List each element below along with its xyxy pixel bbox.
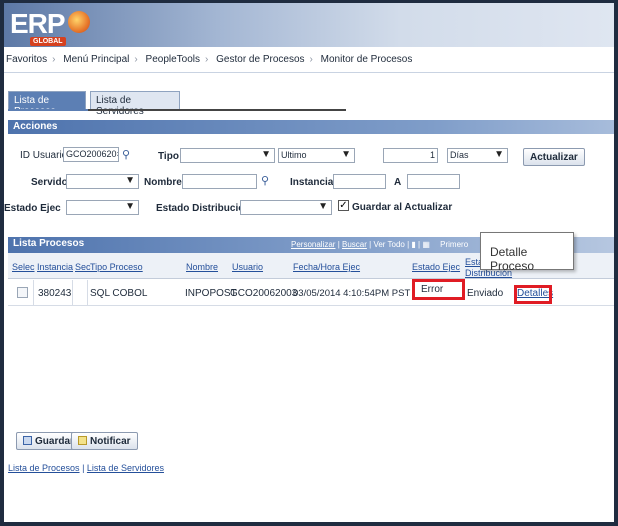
chevron-down-icon: ▼ xyxy=(494,149,504,160)
cell-usuario: GCO20062003 xyxy=(230,288,298,299)
lookup-icon[interactable]: ⚲ xyxy=(261,174,269,187)
cell-nombre: INPOPOST xyxy=(185,288,237,299)
notificar-label: Notificar xyxy=(90,436,131,447)
detalles-highlight-box xyxy=(514,285,552,304)
dias-select[interactable]: Días ▼ xyxy=(447,148,508,163)
cantidad-input[interactable]: 1 xyxy=(383,148,438,163)
footer-separator: | xyxy=(82,463,85,473)
col-instancia[interactable]: Instancia xyxy=(37,262,73,272)
col-estado-ejec[interactable]: Estado Ejec xyxy=(412,262,460,272)
tab-lista-procesos[interactable]: Lista de Procesos xyxy=(8,91,86,117)
chevron-right-icon: › xyxy=(309,54,313,65)
instancia-label: Instancia xyxy=(290,177,334,188)
nav-monitor-procesos[interactable]: Monitor de Procesos xyxy=(321,54,413,65)
cell-tipo: SQL COBOL xyxy=(90,288,148,299)
grid-divider xyxy=(72,280,73,306)
buscar-link[interactable]: Buscar xyxy=(342,240,367,249)
cell-distribucion: Enviado xyxy=(467,288,504,299)
notificar-button[interactable]: Notificar xyxy=(71,432,138,450)
estado-distribucion-label: Estado Distribución xyxy=(156,203,251,214)
grid-toolbar: Personalizar | Buscar | Ver Todo | ▮ | ▦… xyxy=(291,240,469,249)
detalle-proceso-tooltip: Detalle Proceso xyxy=(480,232,574,273)
chevron-down-icon: ▼ xyxy=(261,149,271,160)
primero-link[interactable]: Primero xyxy=(440,240,468,249)
instancia-desde-input[interactable] xyxy=(333,174,386,189)
grid-divider xyxy=(87,280,88,306)
chevron-right-icon: › xyxy=(205,54,209,65)
guardar-actualizar-label: Guardar al Actualizar xyxy=(352,202,453,213)
instancia-hasta-input[interactable] xyxy=(407,174,460,189)
cell-fecha: 03/05/2014 4:10:54PM PST xyxy=(293,288,411,299)
footer-lista-procesos-link[interactable]: Lista de Procesos xyxy=(8,463,80,473)
id-usuario-input[interactable]: GCO200620× xyxy=(63,147,119,162)
id-usuario-value: GCO200620 xyxy=(66,149,117,159)
estado-ejec-label: Estado Ejec xyxy=(4,203,61,214)
footer-links: Lista de Procesos | Lista de Servidores xyxy=(8,463,164,473)
nombre-input[interactable] xyxy=(182,174,257,189)
logo-main: ERP xyxy=(10,8,66,39)
ver-todo-link[interactable]: Ver Todo xyxy=(373,240,404,249)
guardar-label: Guardar xyxy=(35,436,74,447)
nav-menu-principal[interactable]: Menú Principal xyxy=(63,54,129,65)
col-sec[interactable]: Sec xyxy=(75,262,91,272)
grid-icon[interactable]: ▦ xyxy=(422,240,430,249)
nav-peopletools[interactable]: PeopleTools xyxy=(146,54,200,65)
logo-sub: GLOBAL xyxy=(30,37,66,46)
tipo-label: Tipo xyxy=(158,151,179,162)
chevron-down-icon: ▼ xyxy=(341,149,351,160)
chevron-down-icon: ▼ xyxy=(318,201,328,212)
col-fecha-hora[interactable]: Fecha/Hora Ejec xyxy=(293,262,360,272)
download-icon[interactable]: ▮ xyxy=(411,240,415,249)
col-usuario[interactable]: Usuario xyxy=(232,262,263,272)
tab-active-underline xyxy=(8,109,88,111)
estado-distribucion-select[interactable]: ▼ xyxy=(240,200,332,215)
id-usuario-label: ID Usuario xyxy=(20,150,68,161)
app-window: ERP GLOBAL Favoritos › Menú Principal › Pe… xyxy=(4,3,614,522)
footer-lista-servidores-link[interactable]: Lista de Servidores xyxy=(87,463,164,473)
chevron-right-icon: › xyxy=(134,54,138,65)
selec-checkbox[interactable] xyxy=(17,287,28,298)
logo-swirl-icon xyxy=(68,11,90,33)
lookup-icon[interactable]: ⚲ xyxy=(122,148,130,161)
dias-value: Días xyxy=(450,150,469,160)
personalizar-link[interactable]: Personalizar xyxy=(291,240,335,249)
nav-favoritos[interactable]: Favoritos xyxy=(6,54,47,65)
chevron-right-icon: › xyxy=(52,54,56,65)
notify-icon xyxy=(78,436,87,445)
guardar-actualizar-checkbox[interactable]: ✓ xyxy=(338,200,349,211)
grid-divider xyxy=(33,280,34,306)
col-tipo-proceso[interactable]: Tipo Proceso xyxy=(90,262,143,272)
ultimo-select[interactable]: Ultimo ▼ xyxy=(278,148,355,163)
clear-icon[interactable]: × xyxy=(117,149,118,159)
nav-gestor-procesos[interactable]: Gestor de Procesos xyxy=(216,54,304,65)
chevron-down-icon: ▼ xyxy=(125,201,135,212)
ultimo-value: Ultimo xyxy=(281,150,307,160)
breadcrumb: Favoritos › Menú Principal › PeopleTools › … xyxy=(4,47,614,73)
actualizar-button[interactable]: Actualizar xyxy=(523,148,585,166)
chevron-down-icon: ▼ xyxy=(125,175,135,186)
tipo-select[interactable]: ▼ xyxy=(180,148,275,163)
col-selec[interactable]: Selec xyxy=(12,262,35,272)
acciones-header: Acciones xyxy=(8,120,614,134)
nombre-label: Nombre xyxy=(144,177,182,188)
a-label: A xyxy=(394,177,402,188)
erp-global-logo: ERP GLOBAL xyxy=(10,8,90,46)
estado-ejec-select[interactable]: ▼ xyxy=(66,200,139,215)
col-nombre[interactable]: Nombre xyxy=(186,262,218,272)
cell-instancia: 380243 xyxy=(38,288,72,299)
servidor-select[interactable]: ▼ xyxy=(66,174,139,189)
header-banner: ERP GLOBAL xyxy=(4,3,614,47)
tab-lista-servidores[interactable]: Lista de Servidores xyxy=(90,91,180,117)
save-icon xyxy=(23,436,32,445)
error-highlight-box xyxy=(412,279,465,300)
